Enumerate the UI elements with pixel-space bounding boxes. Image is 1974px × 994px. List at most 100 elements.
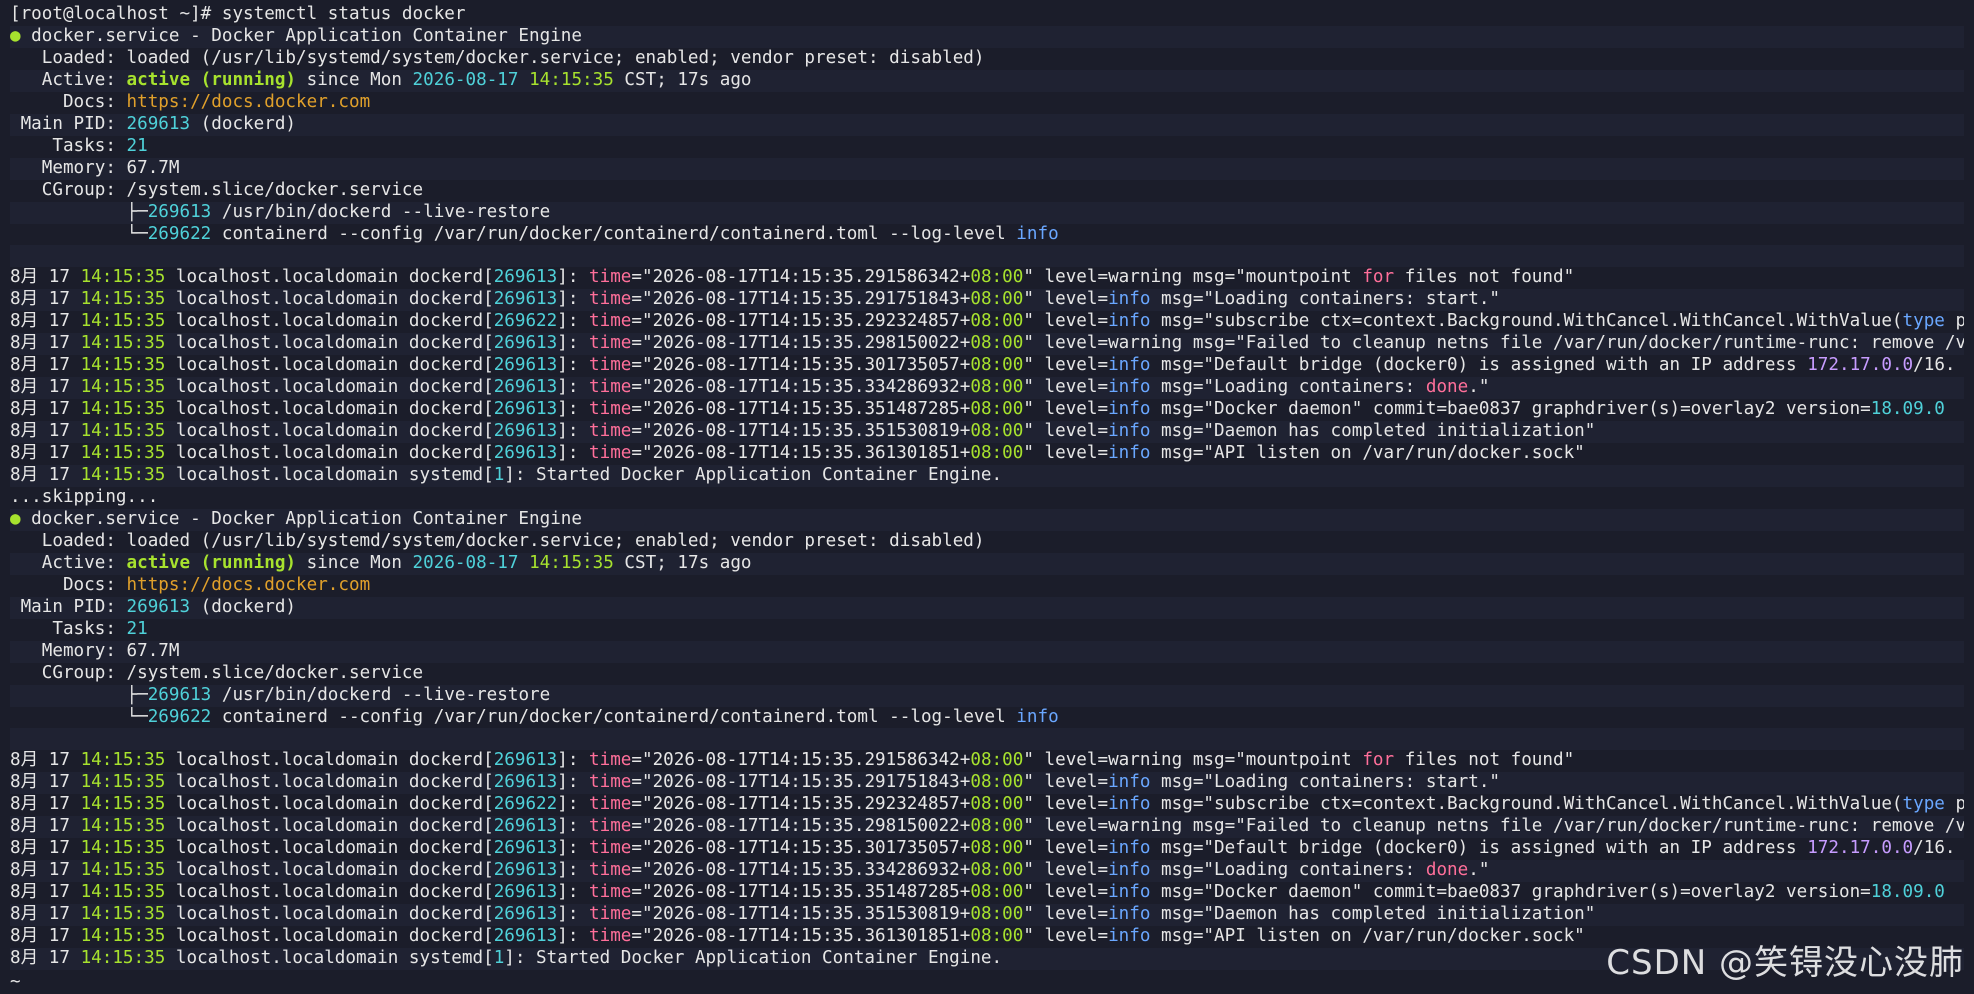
docs-link[interactable]: https://docs.docker.com (127, 575, 371, 595)
log-timezone: 08:00 (970, 421, 1024, 442)
memory-label: Memory: (10, 640, 127, 661)
log-message: msg="Failed to cleanup netns file /var/r… (1182, 816, 1964, 837)
log-key: time (589, 333, 632, 354)
log-pid: 269613 (493, 860, 558, 881)
log-timezone: 08:00 (970, 311, 1024, 332)
log-date: 8月 17 (10, 355, 81, 376)
log-message: msg="mountpoint (1182, 750, 1363, 771)
cgroup-value: /system.slice/docker.service (126, 662, 424, 683)
tasks-label: Tasks: (10, 618, 127, 639)
log-time: 14:15:35 (80, 947, 166, 968)
log-level: warning (1108, 333, 1183, 354)
journal-log-line: 8月 17 14:15:35 localhost.localdomain doc… (10, 860, 1964, 883)
log-date: 8月 17 (10, 882, 81, 903)
log-separator: ]: (557, 421, 590, 442)
active-line: Active: active (running) since Mon 2026-… (10, 69, 1964, 92)
log-level: warning (1108, 267, 1183, 288)
log-separator: ]: (557, 355, 590, 376)
journal-log-line: 8月 17 14:15:35 localhost.localdomain doc… (10, 838, 1964, 861)
log-time: 14:15:35 (80, 399, 166, 420)
active-date: 2026-08-17 (412, 69, 519, 90)
blank-line (10, 245, 1964, 268)
log-message: msg="Docker daemon" commit=bae0837 graph… (1150, 399, 1871, 420)
log-timezone: 08:00 (970, 333, 1024, 354)
log-level: info (1108, 311, 1151, 332)
docs-line: Docs: https://docs.docker.com (10, 91, 1964, 114)
log-time: 14:15:35 (80, 816, 166, 837)
log-pid: 269622 (493, 794, 558, 815)
journal-log-line: 8月 17 14:15:35 localhost.localdomain doc… (10, 399, 1964, 422)
log-key: time (589, 421, 632, 442)
log-level: info (1108, 882, 1151, 903)
active-state: active (running) (126, 69, 297, 90)
cgroup-child-line: └─269622 containerd --config /var/run/do… (10, 706, 1964, 729)
log-time: 14:15:35 (80, 860, 166, 881)
log-time: 14:15:35 (80, 904, 166, 925)
log-key: time (589, 816, 632, 837)
docs-link[interactable]: https://docs.docker.com (127, 92, 371, 112)
docs-label: Docs: (10, 91, 127, 112)
log-host: localhost.localdomain dockerd[ (165, 421, 494, 442)
memory-line: Memory: 67.7M (10, 157, 1964, 180)
blank-line (10, 728, 1964, 751)
log-timestamp: 2026-08-17T14:15:35.291586342+ (652, 267, 971, 288)
journal-log-line: 8月 17 14:15:35 localhost.localdomain doc… (10, 816, 1964, 839)
log-level-label: " level= (1023, 421, 1109, 442)
active-tz: CST; 17s ago (613, 552, 752, 573)
log-message: msg="subscribe ctx=context.Background.Wi… (1150, 794, 1903, 815)
log-message: msg="API listen on /var/run/docker.sock" (1150, 443, 1585, 464)
log-level: info (1108, 772, 1151, 793)
cgroup-label: CGroup: (10, 179, 127, 200)
log-separator: ]: (557, 772, 590, 793)
log-level-label: " level= (1023, 289, 1109, 310)
terminal-output[interactable]: [root@localhost ~]# systemctl status doc… (10, 4, 1964, 970)
command-prompt: [root@localhost ~]# systemctl status doc… (10, 4, 466, 24)
service-header-line: ● docker.service - Docker Application Co… (10, 25, 1964, 48)
log-level-label: " level= (1023, 860, 1109, 881)
log-pid: 269613 (493, 355, 558, 376)
log-equals: =" (631, 926, 653, 947)
log-date: 8月 17 (10, 750, 81, 771)
child-pid: 269613 (147, 684, 212, 705)
log-time: 14:15:35 (80, 333, 166, 354)
log-timestamp: 2026-08-17T14:15:35.298150022+ (652, 816, 971, 837)
log-timezone: 08:00 (970, 882, 1024, 903)
log-host: localhost.localdomain systemd[ (165, 465, 494, 486)
loaded-text: Loaded: loaded (/usr/lib/systemd/system/… (10, 47, 985, 68)
log-time: 14:15:35 (80, 355, 166, 376)
log-time: 14:15:35 (80, 443, 166, 464)
tree-branch: └─ (10, 706, 148, 727)
cgroup-line: CGroup: /system.slice/docker.service (10, 662, 1964, 685)
log-equals: =" (631, 794, 653, 815)
log-date: 8月 17 (10, 289, 81, 310)
journal-log-line: 8月 17 14:15:35 localhost.localdomain doc… (10, 750, 1964, 773)
child-command: containerd --config /var/run/docker/cont… (211, 706, 1017, 727)
loaded-text: Loaded: loaded (/usr/lib/systemd/system/… (10, 530, 985, 551)
loaded-line: Loaded: loaded (/usr/lib/systemd/system/… (10, 47, 1964, 70)
log-equals: =" (631, 772, 653, 793)
log-pid: 1 (493, 947, 505, 968)
log-message: msg="Loading containers: (1150, 860, 1426, 881)
log-separator: ]: (557, 904, 590, 925)
log-timezone: 08:00 (970, 443, 1024, 464)
log-timestamp: 2026-08-17T14:15:35.351487285+ (652, 882, 971, 903)
log-equals: =" (631, 838, 653, 859)
log-highlight: type (1902, 311, 1945, 332)
log-timestamp: 2026-08-17T14:15:35.351530819+ (652, 904, 971, 925)
cgroup-value: /system.slice/docker.service (126, 179, 424, 200)
log-timezone: 08:00 (970, 904, 1024, 925)
log-level-label: " level= (1023, 772, 1109, 793)
log-time: 14:15:35 (80, 377, 166, 398)
main-pid-value: 269613 (126, 113, 191, 134)
log-timezone: 08:00 (970, 794, 1024, 815)
log-separator: ]: Started Docker Application Container … (504, 947, 1003, 968)
log-timestamp: 2026-08-17T14:15:35.334286932+ (652, 860, 971, 881)
log-time: 14:15:35 (80, 838, 166, 859)
log-message: msg="mountpoint (1182, 267, 1363, 288)
log-timestamp: 2026-08-17T14:15:35.361301851+ (652, 443, 971, 464)
log-key: time (589, 794, 632, 815)
child-log-level: info (1016, 223, 1059, 244)
log-timezone: 08:00 (970, 772, 1024, 793)
log-level: info (1108, 926, 1151, 947)
